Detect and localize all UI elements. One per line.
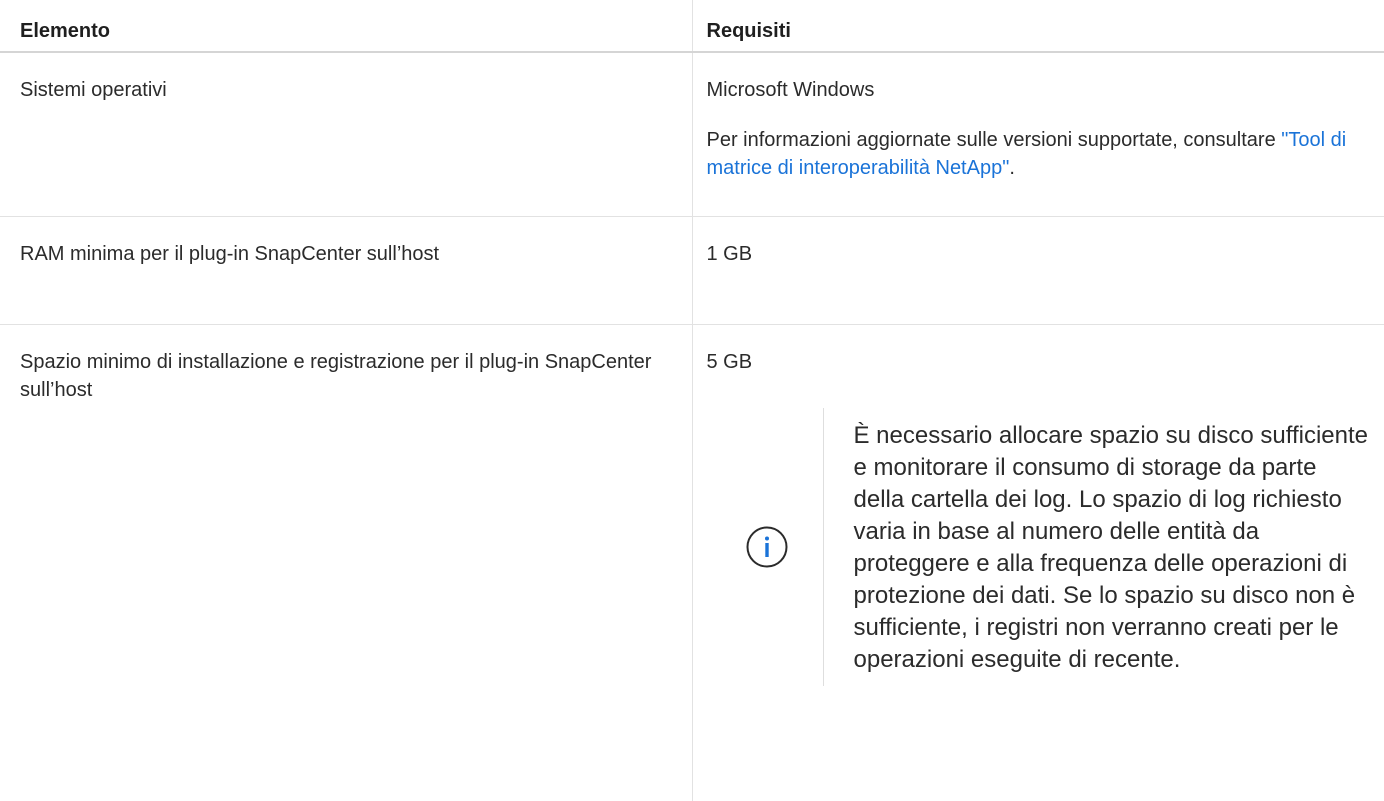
requirement-detail: Per informazioni aggiornate sulle versio… xyxy=(707,126,1371,182)
table-header-row: Elemento Requisiti xyxy=(0,0,1384,53)
requirement-value: 5 GB xyxy=(706,350,753,373)
table-row: RAM minima per il plug-in SnapCenter sul… xyxy=(0,215,1384,325)
detail-suffix: . xyxy=(1009,157,1015,179)
info-circle-icon xyxy=(746,526,787,567)
note-text: È necessario allocare spazio su disco su… xyxy=(822,407,1371,686)
header-elemento: Elemento xyxy=(0,0,693,53)
row-item-label: Spazio minimo di installazione e registr… xyxy=(20,350,652,401)
row-item-label: Sistemi operativi xyxy=(20,79,167,101)
table-row: Sistemi operativi Microsoft Windows Per … xyxy=(0,51,1384,217)
row-requirement-cell: 5 GB È necessario allocare spazio su dis… xyxy=(691,323,1384,801)
header-requisiti: Requisiti xyxy=(691,0,1384,53)
detail-text: Per informazioni aggiornate sulle versio… xyxy=(706,129,1282,151)
row-item-cell: RAM minima per il plug-in SnapCenter sul… xyxy=(0,215,693,325)
requirement-value: 1 GB xyxy=(706,242,753,265)
row-item-label: RAM minima per il plug-in SnapCenter sul… xyxy=(20,242,440,265)
requirements-table: Elemento Requisiti Sistemi operativi Mic… xyxy=(0,0,1384,801)
row-requirement-cell: Microsoft Windows Per informazioni aggio… xyxy=(691,51,1384,217)
row-item-cell: Sistemi operativi xyxy=(0,51,693,217)
info-note: È necessario allocare spazio su disco su… xyxy=(707,407,1371,686)
requirement-value: Microsoft Windows xyxy=(706,79,875,101)
row-item-cell: Spazio minimo di installazione e registr… xyxy=(0,323,693,801)
table-row: Spazio minimo di installazione e registr… xyxy=(0,323,1384,801)
row-requirement-cell: 1 GB xyxy=(691,215,1384,325)
